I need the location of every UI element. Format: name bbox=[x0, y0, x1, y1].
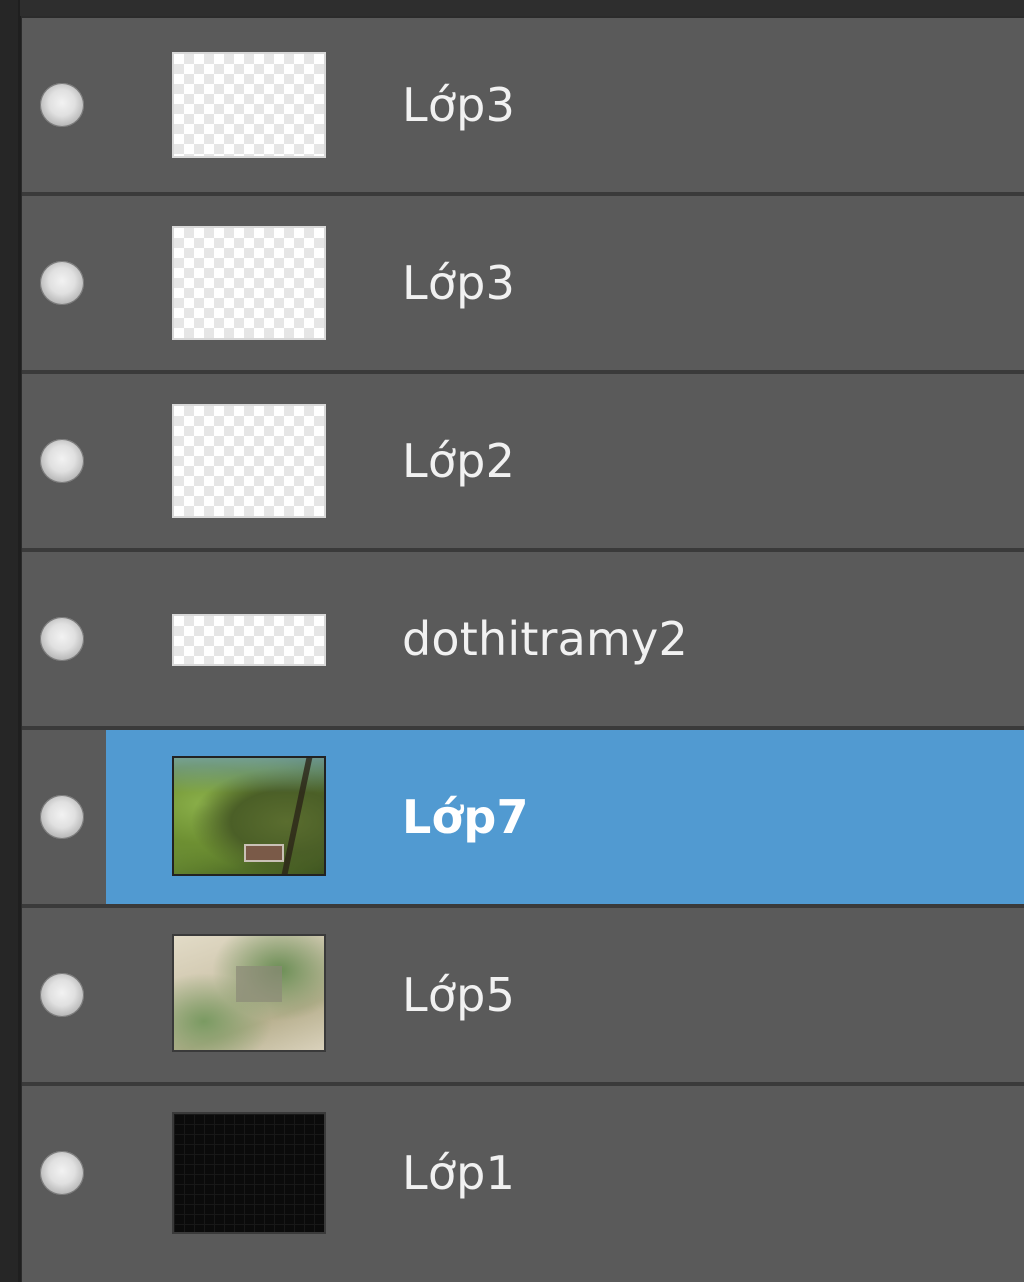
visibility-toggle-icon[interactable] bbox=[40, 439, 84, 483]
layer-thumbnail[interactable] bbox=[172, 1112, 326, 1234]
layer-row[interactable]: Lớp1 bbox=[22, 1086, 1024, 1264]
layer-name[interactable]: Lớp2 bbox=[402, 434, 515, 488]
layer-thumbnail[interactable] bbox=[172, 404, 326, 518]
layers-list: Lớp3 Lớp3 Lớp2 dothitramy2 Lớp7 Lớp5 Lớp… bbox=[22, 18, 1024, 1264]
layer-name[interactable]: dothitramy2 bbox=[402, 612, 688, 666]
visibility-toggle-icon[interactable] bbox=[40, 795, 84, 839]
layers-panel: Lớp3 Lớp3 Lớp2 dothitramy2 Lớp7 Lớp5 Lớp… bbox=[0, 0, 1024, 1282]
visibility-toggle-icon[interactable] bbox=[40, 261, 84, 305]
layer-row-selected[interactable]: Lớp7 bbox=[22, 730, 1024, 908]
layer-thumbnail[interactable] bbox=[172, 756, 326, 876]
layer-name[interactable]: Lớp3 bbox=[402, 78, 515, 132]
panel-left-rail bbox=[0, 0, 21, 1282]
layer-name[interactable]: Lớp3 bbox=[402, 256, 515, 310]
layer-thumbnail[interactable] bbox=[172, 226, 326, 340]
layer-row[interactable]: Lớp3 bbox=[22, 196, 1024, 374]
layer-row[interactable]: dothitramy2 bbox=[22, 552, 1024, 730]
layer-name[interactable]: Lớp5 bbox=[402, 968, 515, 1022]
layer-thumbnail[interactable] bbox=[172, 934, 326, 1052]
visibility-toggle-icon[interactable] bbox=[40, 617, 84, 661]
layer-row[interactable]: Lớp2 bbox=[22, 374, 1024, 552]
visibility-toggle-icon[interactable] bbox=[40, 1151, 84, 1195]
visibility-toggle-icon[interactable] bbox=[40, 973, 84, 1017]
layer-thumbnail[interactable] bbox=[172, 52, 326, 158]
layer-name[interactable]: Lớp7 bbox=[402, 790, 529, 844]
layer-thumbnail[interactable] bbox=[172, 614, 326, 666]
visibility-toggle-icon[interactable] bbox=[40, 83, 84, 127]
layer-name[interactable]: Lớp1 bbox=[402, 1146, 515, 1200]
panel-bottom-strip bbox=[22, 1260, 1024, 1282]
layer-row[interactable]: Lớp5 bbox=[22, 908, 1024, 1086]
panel-top-strip bbox=[20, 0, 1024, 16]
layer-row[interactable]: Lớp3 bbox=[22, 18, 1024, 196]
